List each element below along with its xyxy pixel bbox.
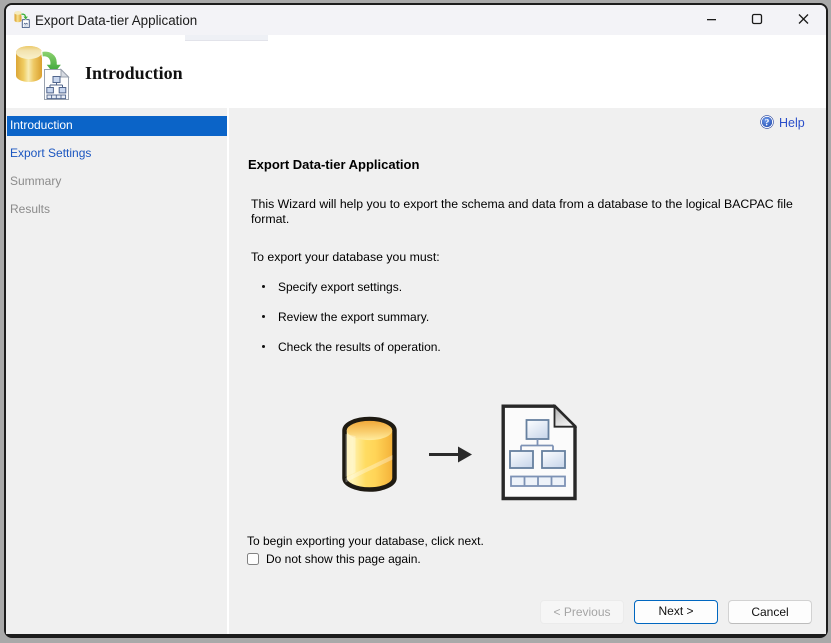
svg-text:?: ?	[765, 118, 770, 128]
